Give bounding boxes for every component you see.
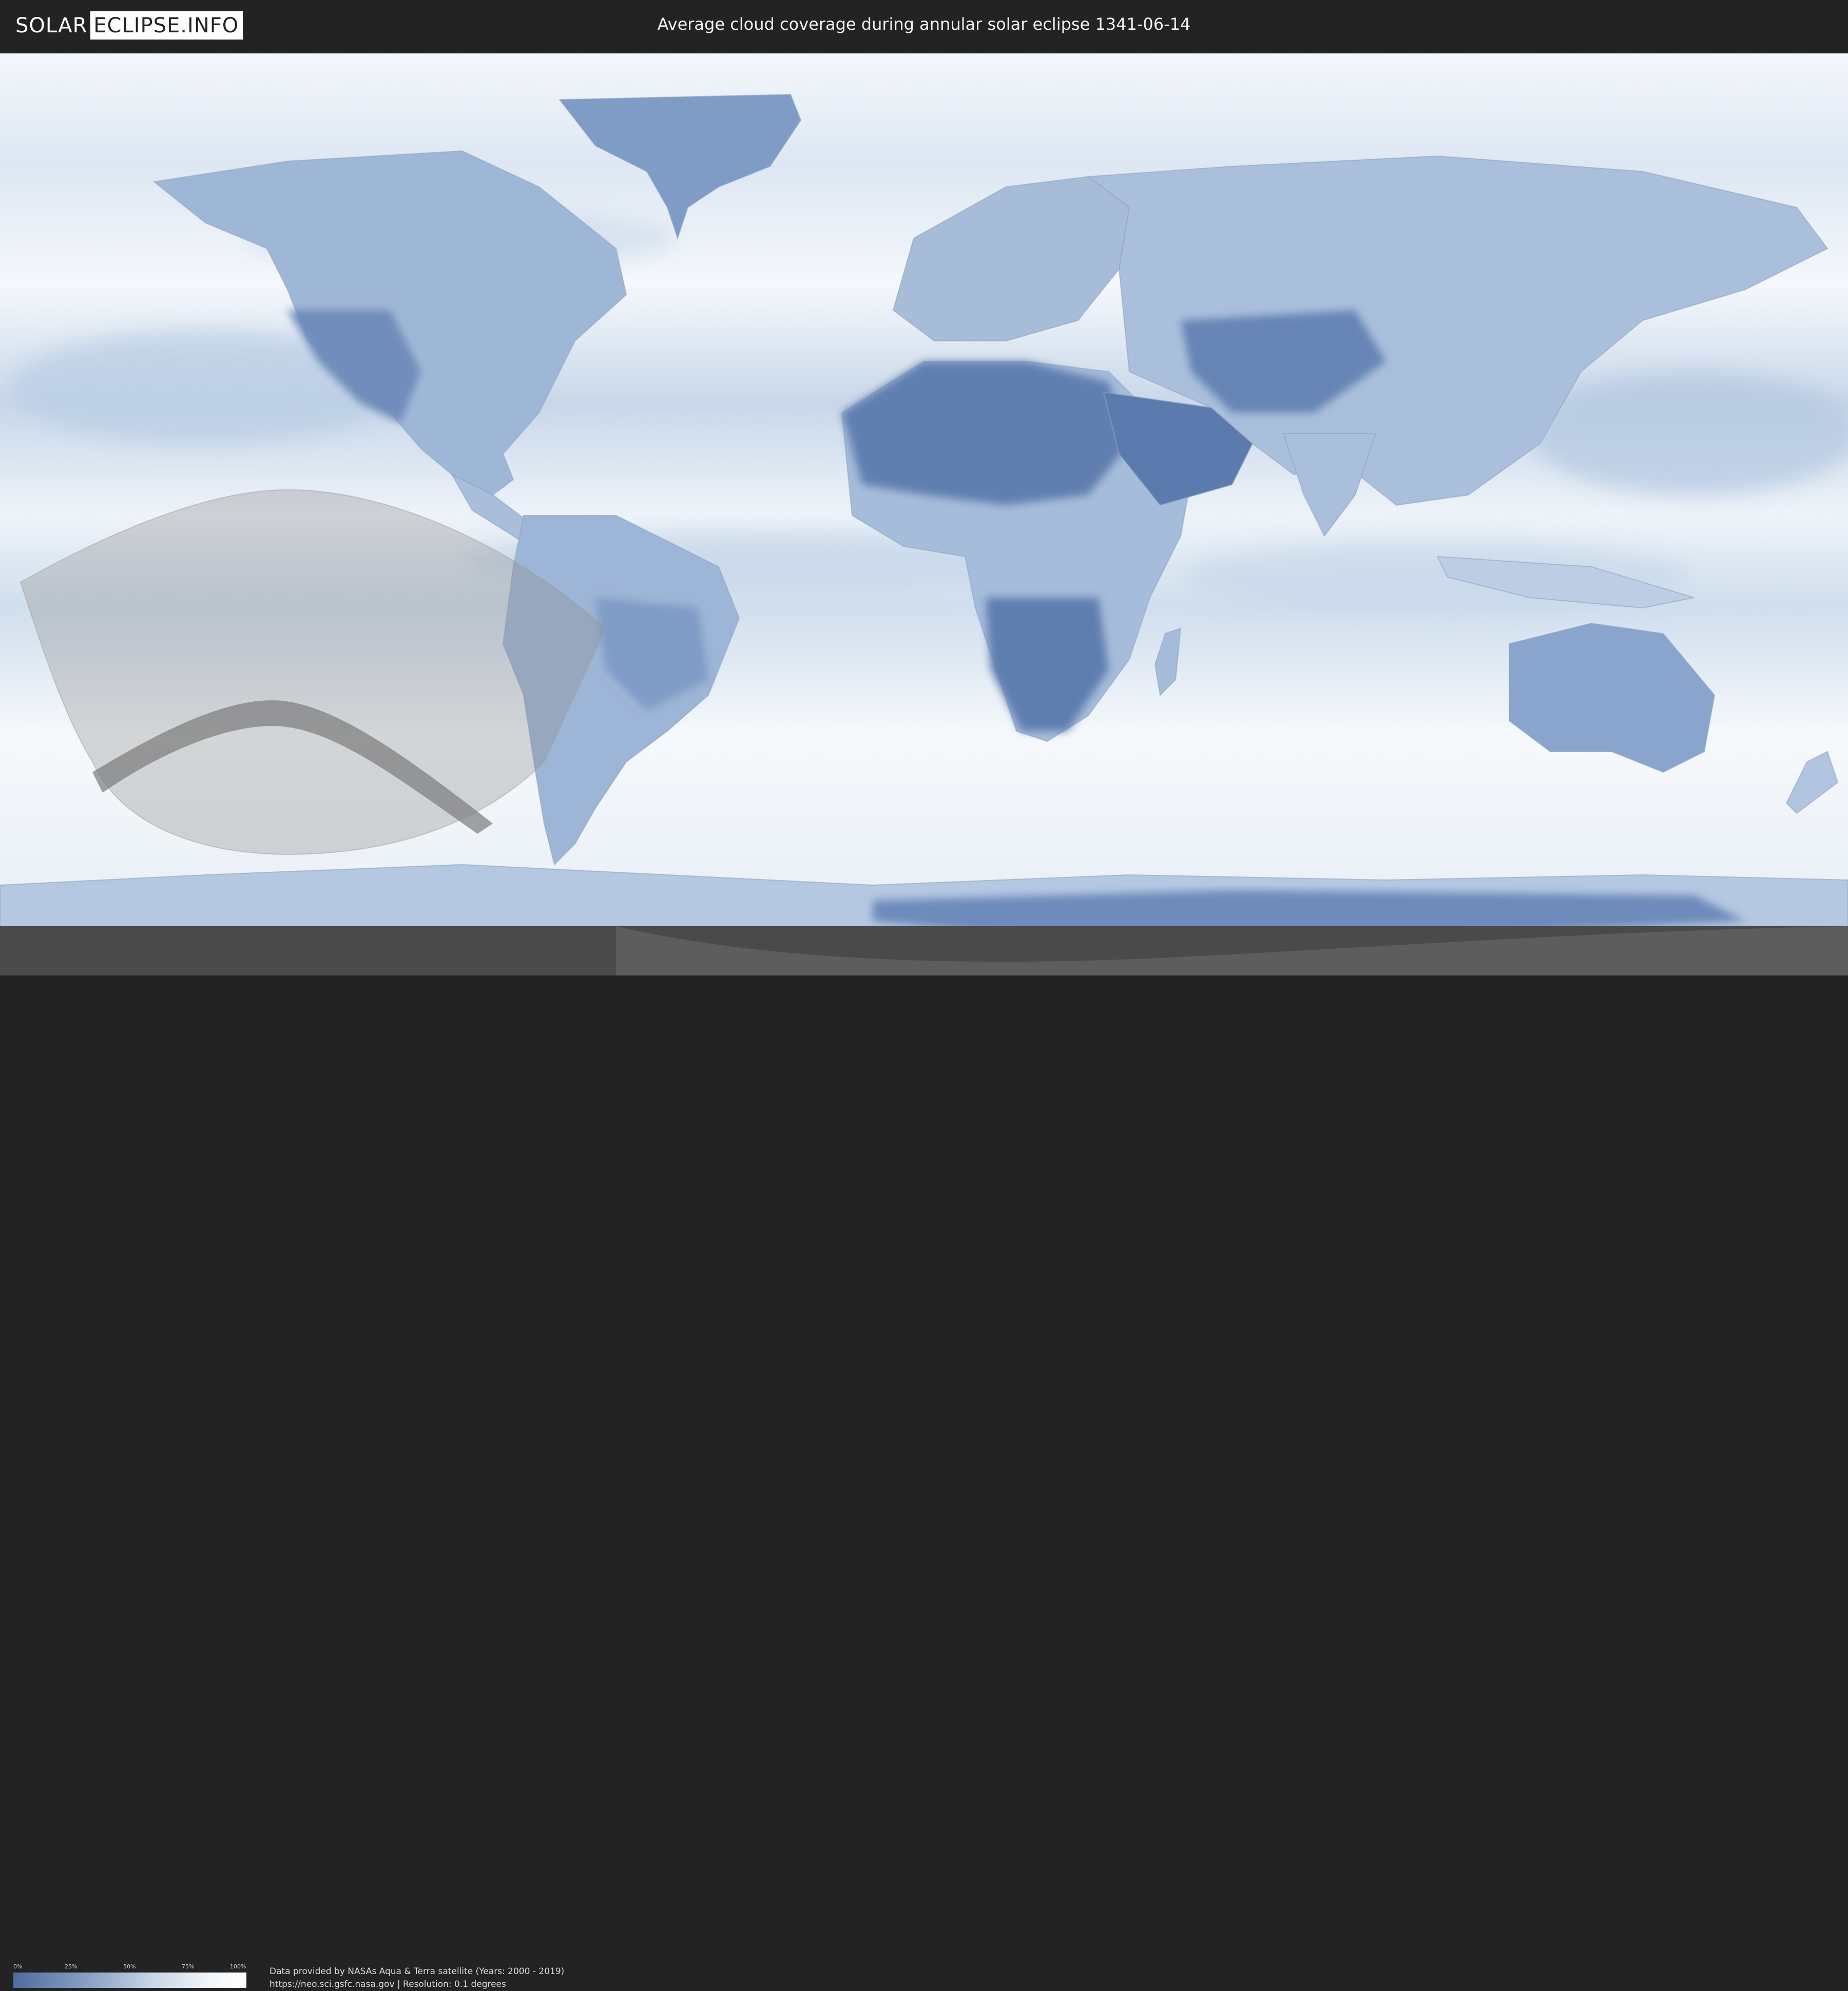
data-credits: Data provided by NASAs Aqua & Terra sate… (270, 1965, 564, 1991)
legend-tick-0: 0% (13, 1963, 23, 1970)
header-bar: SOLAR ECLIPSE.INFO Average cloud coverag… (0, 0, 1848, 51)
credits-line-1: Data provided by NASAs Aqua & Terra sate… (270, 1966, 565, 1977)
footer-bar: 0% 25% 50% 75% 100% Data provided by NAS… (0, 975, 1848, 1989)
legend-tick-75: 75% (182, 1963, 195, 1970)
legend-tick-100: 100% (230, 1963, 246, 1970)
legend-tick-50: 50% (123, 1963, 136, 1970)
legend-gradient-bar (13, 1973, 246, 1988)
legend-ticks: 0% 25% 50% 75% 100% (13, 1963, 246, 1970)
legend-tick-25: 25% (65, 1963, 78, 1970)
world-map[interactable] (0, 53, 1848, 975)
cloud-coverage-legend: 0% 25% 50% 75% 100% (13, 1963, 246, 1988)
credits-line-2[interactable]: https://neo.sci.gsfc.nasa.gov | Resoluti… (270, 1978, 564, 1991)
page-title: Average cloud coverage during annular so… (657, 14, 1191, 34)
